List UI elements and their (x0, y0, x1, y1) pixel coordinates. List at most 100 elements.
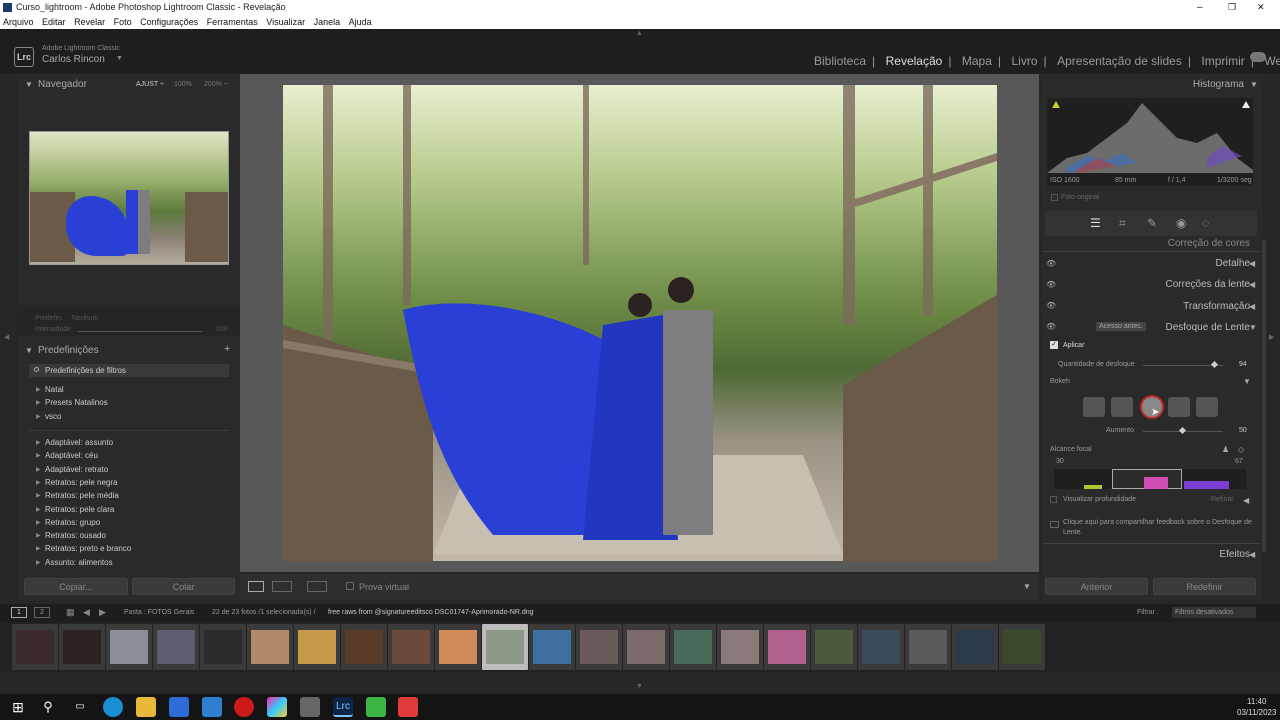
filmstrip-thumbnail[interactable] (435, 624, 481, 670)
add-preset-icon[interactable]: + (224, 343, 230, 355)
shadow-clipping-icon[interactable] (1052, 101, 1060, 108)
menu-arquivo[interactable]: Arquivo (3, 17, 34, 27)
focal-target-icon[interactable]: ◇ (1238, 445, 1244, 454)
preset-group[interactable]: Presets Natalinos (45, 398, 108, 407)
transform-visibility-icon[interactable]: 👁 (1046, 301, 1056, 310)
filmstrip-thumbnail[interactable] (905, 624, 951, 670)
feedback-text[interactable]: Clique aqui para compartilhar feedback s… (1063, 518, 1255, 538)
healing-icon[interactable]: ✎ (1147, 216, 1157, 230)
preset-group[interactable]: Adaptável: retrato (45, 465, 108, 474)
zoom-fit[interactable]: AJUST ÷ (136, 81, 164, 88)
left-panel-toggle-icon[interactable]: ◀ (4, 333, 9, 341)
blur-amount-value[interactable]: 94 (1239, 361, 1247, 368)
preset-group[interactable]: Natal (45, 385, 64, 394)
refine-label[interactable]: Refinar (1211, 496, 1234, 503)
module-biblioteca[interactable]: Biblioteca (814, 54, 866, 68)
right-panel-toggle-icon[interactable]: ▶ (1269, 333, 1274, 341)
filmstrip-thumbnail[interactable] (247, 624, 293, 670)
user-dropdown-icon[interactable]: ▼ (116, 55, 123, 62)
preset-group-expand-icon[interactable]: ▶ (36, 532, 41, 539)
preset-group[interactable]: Retratos: pele média (45, 491, 119, 500)
top-panel-toggle-icon[interactable]: ▲ (636, 30, 643, 37)
preset-group[interactable]: Adaptável: céu (45, 451, 98, 460)
filmstrip-thumbnail[interactable] (294, 624, 340, 670)
section-detail[interactable]: Detalhe (1216, 258, 1250, 269)
filmstrip-thumbnail[interactable] (341, 624, 387, 670)
store-icon[interactable] (169, 697, 189, 717)
filmstrip-thumbnail[interactable] (811, 624, 857, 670)
camtasia-icon[interactable] (366, 697, 386, 717)
navigator-preview[interactable] (29, 131, 229, 265)
zoom-200[interactable]: 200% ÷ (204, 81, 228, 88)
user-name[interactable]: Carlos Rincon (42, 54, 105, 65)
filmstrip-thumbnail[interactable] (388, 624, 434, 670)
paste-button[interactable]: Colar (132, 578, 235, 595)
preset-group[interactable]: Retratos: pele negra (45, 478, 118, 487)
preset-group[interactable]: Retratos: grupo (45, 518, 100, 527)
filmstrip-thumbnail[interactable] (623, 624, 669, 670)
lens-visibility-icon[interactable]: 👁 (1046, 280, 1056, 289)
preset-group-expand-icon[interactable]: ▶ (36, 506, 41, 513)
preset-group[interactable]: Retratos: pele clara (45, 505, 114, 514)
network-app-icon[interactable] (300, 697, 320, 717)
depth-range-graph[interactable] (1054, 469, 1246, 489)
loupe-view-icon[interactable] (248, 581, 264, 592)
previous-button[interactable]: Anterior (1045, 578, 1148, 595)
grid-icon[interactable]: ▦ (66, 607, 75, 618)
module-imprimir[interactable]: Imprimir (1201, 54, 1244, 68)
filmstrip-thumbnail[interactable] (482, 624, 528, 670)
filmstrip-thumbnail[interactable] (764, 624, 810, 670)
back-arrow-icon[interactable]: ◀ (83, 607, 90, 618)
presets-collapse-icon[interactable]: ▼ (25, 346, 33, 355)
module-slides[interactable]: Apresentação de slides (1057, 54, 1182, 68)
histogram[interactable] (1047, 98, 1253, 186)
section-lens[interactable]: Correções da lente (1166, 279, 1251, 290)
lightroom-taskbar-icon[interactable]: Lrc (333, 697, 353, 717)
task-view-icon[interactable]: ▭ (70, 697, 90, 717)
filmstrip-thumbnail[interactable] (106, 624, 152, 670)
preset-group[interactable]: Retratos: ousado (45, 531, 106, 540)
blur-collapse-icon[interactable]: ▼ (1249, 323, 1257, 332)
clock-date[interactable]: 03/11/2023 (1237, 708, 1276, 717)
mail-icon[interactable] (202, 697, 222, 717)
menu-janela[interactable]: Janela (314, 17, 341, 27)
preset-group[interactable]: Assunto: alimentos (45, 558, 113, 567)
opera-icon[interactable] (234, 697, 254, 717)
windows-start-icon[interactable]: ⊞ (8, 697, 28, 717)
menu-ferramentas[interactable]: Ferramentas (207, 17, 258, 27)
filmstrip-thumbnail[interactable] (999, 624, 1045, 670)
menu-visualizar[interactable]: Visualizar (266, 17, 305, 27)
menu-foto[interactable]: Foto (114, 17, 132, 27)
file-name[interactable]: free raws from @signatureeditsco DSC0174… (328, 609, 534, 616)
filmstrip-thumbnail[interactable] (670, 624, 716, 670)
copy-button[interactable]: Copiar... (24, 578, 128, 595)
zoom-100[interactable]: 100% (174, 81, 192, 88)
filmstrip-thumbnail[interactable] (12, 624, 58, 670)
menu-ajuda[interactable]: Ajuda (349, 17, 372, 27)
filmstrip-thumbnail[interactable] (529, 624, 575, 670)
masking-icon[interactable]: ◌ (1202, 216, 1209, 230)
filmstrip-thumbnail[interactable] (717, 624, 763, 670)
bokeh-cat-eye-icon[interactable] (1196, 397, 1218, 417)
preset-group[interactable]: Retratos: preto e branco (45, 544, 131, 553)
colorful-app-icon[interactable] (267, 697, 287, 717)
forward-arrow-icon[interactable]: ▶ (99, 607, 106, 618)
redeye-icon[interactable]: ◉ (1176, 216, 1186, 230)
recorder-icon[interactable] (398, 697, 418, 717)
preset-group-expand-icon[interactable]: ▶ (36, 452, 41, 459)
preset-group-expand-icon[interactable]: ▶ (36, 479, 41, 486)
bokeh-circle-icon[interactable] (1083, 397, 1105, 417)
preset-intensity-slider[interactable] (78, 331, 202, 332)
reset-button[interactable]: Redefinir (1153, 578, 1256, 595)
module-livro[interactable]: Livro (1012, 54, 1038, 68)
preset-group-expand-icon[interactable]: ▶ (36, 466, 41, 473)
navigator-collapse-icon[interactable]: ▼ (25, 80, 33, 89)
filmstrip-thumbnail[interactable] (200, 624, 246, 670)
filmstrip-thumbnail[interactable] (153, 624, 199, 670)
file-explorer-icon[interactable] (136, 697, 156, 717)
highlight-clipping-icon[interactable] (1242, 101, 1250, 108)
filmstrip-thumbnail[interactable] (576, 624, 622, 670)
filmstrip-thumbnail[interactable] (59, 624, 105, 670)
main-photo[interactable] (283, 85, 997, 561)
crop-icon[interactable]: ⌗ (1119, 216, 1126, 231)
